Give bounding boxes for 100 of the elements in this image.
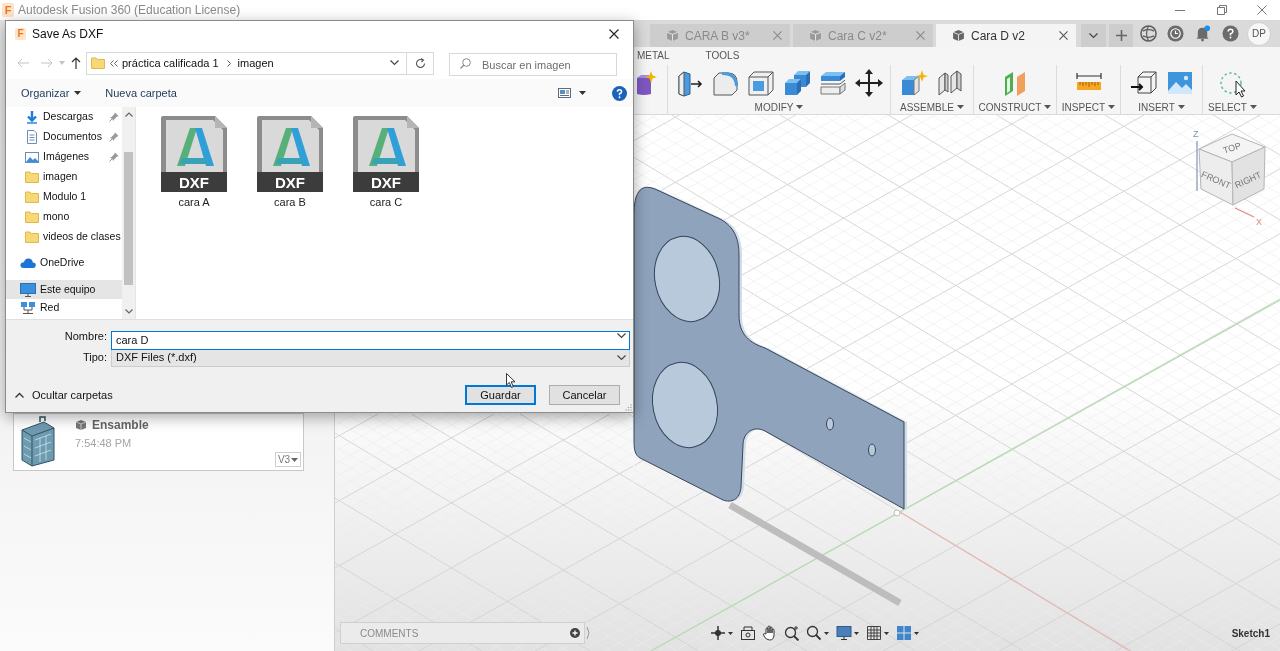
move-arrows-icon[interactable]: [854, 67, 884, 98]
file-type-label: DXF: [179, 174, 209, 191]
caret-icon: [796, 105, 804, 109]
toolbar-group-menu[interactable]: INSERT: [1138, 100, 1185, 114]
command-button[interactable]: Organizar: [21, 84, 82, 102]
origin-marker-icon: [893, 509, 901, 517]
toolbar-group-menu[interactable]: MODIFY: [754, 100, 804, 114]
dxf-file-thumbnail[interactable]: DXF: [161, 116, 227, 192]
nav-item[interactable]: imagen: [6, 167, 123, 187]
document-tab[interactable]: Cara D v2: [936, 24, 1076, 47]
search-field[interactable]: Buscar en imagen: [449, 53, 617, 76]
add-comment-icon[interactable]: [570, 628, 580, 638]
close-icon[interactable]: [1059, 31, 1068, 40]
user-avatar[interactable]: DP: [1247, 21, 1271, 46]
nav-item[interactable]: Descargas: [6, 107, 123, 127]
pan-hand-icon[interactable]: [762, 625, 778, 641]
nav-item[interactable]: Imágenes: [6, 147, 123, 167]
view-cube[interactable]: [1198, 133, 1266, 206]
close-icon: [1256, 5, 1267, 15]
toolbar-tab[interactable]: METAL: [637, 48, 670, 63]
globe-icon[interactable]: [1140, 25, 1157, 42]
joint-plates-icon[interactable]: [935, 67, 965, 98]
view-options-icon[interactable]: [558, 88, 571, 98]
breadcrumb-item[interactable]: imagen: [237, 54, 274, 72]
grid-dropdown-icon[interactable]: [866, 625, 890, 641]
nav-item[interactable]: Modulo 1: [6, 187, 123, 207]
toolbar-group-menu[interactable]: ASSEMBLE: [900, 100, 964, 114]
cube-icon: [75, 419, 87, 431]
help-icon[interactable]: [612, 85, 627, 101]
up-arrow-icon[interactable]: [71, 57, 81, 69]
dialog-button[interactable]: Cancelar: [549, 385, 620, 405]
resize-grip-icon[interactable]: [625, 404, 632, 411]
command-button[interactable]: Nueva carpeta: [105, 84, 177, 102]
nav-item[interactable]: OneDrive: [6, 253, 123, 273]
axis-label: X: [1256, 217, 1262, 227]
zoom-window-dropdown-icon[interactable]: [806, 625, 830, 641]
app-logo: F: [2, 3, 14, 17]
nav-item[interactable]: mono: [6, 207, 123, 227]
look-at-icon[interactable]: [740, 625, 756, 641]
active-sketch-label: Sketch1: [1231, 626, 1270, 641]
chevron-up-icon[interactable]: [124, 112, 133, 117]
display-dropdown-icon[interactable]: [836, 625, 860, 641]
file-name-field[interactable]: cara D: [111, 330, 630, 350]
orbit-dropdown-icon[interactable]: [710, 625, 734, 641]
a-shape-logo-icon: [273, 128, 310, 166]
x-axis-line: [1234, 207, 1255, 218]
design-card[interactable]: Ensamble 7:54:48 PM V3: [13, 413, 304, 471]
chevron-down-icon[interactable]: [617, 333, 626, 339]
chevron-down-icon[interactable]: [124, 309, 133, 314]
version-dropdown[interactable]: V3: [275, 452, 301, 467]
dxf-file-thumbnail[interactable]: DXF: [257, 116, 323, 192]
breadcrumb-item[interactable]: práctica calificada 1: [122, 54, 219, 72]
cube-icon: [952, 29, 965, 42]
nav-item[interactable]: Este equipo: [6, 280, 123, 299]
model-thumbnail: [18, 416, 58, 468]
plus-icon: [1115, 30, 1127, 41]
cube-icon: [809, 29, 822, 42]
toggle-folders-button[interactable]: Ocultar carpetas: [15, 386, 113, 404]
scrollbar-thumb[interactable]: [124, 152, 134, 285]
dialog-button[interactable]: Guardar: [465, 385, 536, 405]
address-bar[interactable]: práctica calificada 1 imagen: [86, 51, 434, 75]
field-label: Tipo:: [81, 350, 107, 366]
toolbar-group-menu[interactable]: SELECT: [1208, 100, 1257, 114]
file-name[interactable]: cara C: [367, 194, 405, 211]
new-tab-button[interactable]: [1109, 24, 1133, 47]
scrollbar[interactable]: [122, 107, 135, 319]
design-time: 7:54:48 PM: [75, 436, 133, 451]
toolbar-tab[interactable]: TOOLS: [705, 48, 740, 63]
nav-item[interactable]: Documentos: [6, 127, 123, 147]
toolbar-group-menu[interactable]: CONSTRUCT: [978, 100, 1052, 114]
nav-item[interactable]: Red: [6, 299, 123, 316]
mouse-pointer-icon: [506, 373, 516, 388]
clock-icon[interactable]: [1167, 25, 1184, 42]
folder-icon: [25, 170, 39, 184]
nav-item[interactable]: videos de clases: [6, 227, 123, 247]
viewports-dropdown-icon[interactable]: [896, 625, 920, 641]
minimize-icon: [1175, 9, 1185, 11]
file-name[interactable]: cara B: [272, 194, 308, 211]
double-chevron-icon[interactable]: [110, 59, 118, 67]
bell-icon[interactable]: [1194, 25, 1211, 42]
field-label: Nombre:: [63, 329, 107, 345]
file-name[interactable]: cara A: [176, 194, 212, 211]
toolbar-group-menu[interactable]: INSPECT: [1061, 100, 1116, 114]
file-type-label: DXF: [371, 174, 401, 191]
viewcube-label: TOP: [1221, 140, 1243, 156]
help-icon[interactable]: [1222, 25, 1239, 42]
comments-label: COMMENTS: [360, 626, 419, 641]
picture-icon: [25, 150, 39, 164]
dxf-file-thumbnail[interactable]: DXF: [353, 116, 419, 192]
axis-label: Z: [1193, 129, 1199, 139]
cloud-icon: [20, 257, 36, 269]
caret-icon[interactable]: [579, 91, 586, 95]
cube-icon: [666, 29, 679, 42]
zoom-icon[interactable]: [784, 625, 800, 641]
folder-icon: [25, 190, 39, 204]
document-icon: [25, 130, 39, 144]
chevron-down-icon[interactable]: [390, 60, 399, 66]
plate-part-drawing[interactable]: [633, 186, 907, 510]
dialog-logo: F: [15, 28, 26, 40]
design-name: Ensamble: [92, 417, 149, 434]
